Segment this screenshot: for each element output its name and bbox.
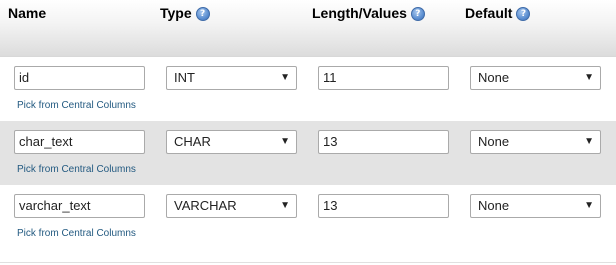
- column-type-select[interactable]: INT ▼: [166, 66, 297, 90]
- column-row: id INT ▼ 11 None ▼ Pick from Central Col…: [0, 57, 616, 121]
- column-default-value: None: [478, 198, 510, 213]
- column-default-value: None: [478, 70, 510, 85]
- column-length-input[interactable]: 13: [318, 130, 449, 154]
- column-name-input[interactable]: id: [14, 66, 145, 90]
- chevron-down-icon: ▼: [584, 72, 594, 83]
- column-default-value: None: [478, 134, 510, 149]
- header-default: Default ?: [465, 5, 531, 21]
- column-row: varchar_text VARCHAR ▼ 13 None ▼ Pick fr…: [0, 185, 616, 249]
- table-bottom-divider: [0, 262, 616, 263]
- header-type-label: Type: [160, 5, 192, 21]
- columns-header: Name Type ? Length/Values ? Default ?: [0, 0, 616, 57]
- help-icon[interactable]: ?: [516, 7, 531, 21]
- column-default-select[interactable]: None ▼: [470, 194, 601, 218]
- help-icon[interactable]: ?: [195, 7, 210, 21]
- column-length-input[interactable]: 13: [318, 194, 449, 218]
- header-type: Type ?: [160, 5, 210, 21]
- column-type-value: INT: [174, 70, 195, 85]
- column-type-select[interactable]: VARCHAR ▼: [166, 194, 297, 218]
- header-length-label: Length/Values: [312, 5, 407, 21]
- column-default-select[interactable]: None ▼: [470, 66, 601, 90]
- header-default-label: Default: [465, 5, 513, 21]
- chevron-down-icon: ▼: [280, 200, 290, 211]
- column-name-input[interactable]: char_text: [14, 130, 145, 154]
- column-type-select[interactable]: CHAR ▼: [166, 130, 297, 154]
- column-length-input[interactable]: 11: [318, 66, 449, 90]
- chevron-down-icon: ▼: [584, 136, 594, 147]
- column-default-select[interactable]: None ▼: [470, 130, 601, 154]
- header-name-label: Name: [8, 5, 47, 21]
- help-icon[interactable]: ?: [410, 7, 425, 21]
- central-columns-link[interactable]: Pick from Central Columns: [17, 228, 136, 239]
- column-row: char_text CHAR ▼ 13 None ▼ Pick from Cen…: [0, 121, 616, 185]
- chevron-down-icon: ▼: [280, 136, 290, 147]
- chevron-down-icon: ▼: [280, 72, 290, 83]
- header-length: Length/Values ?: [312, 5, 425, 21]
- column-type-value: VARCHAR: [174, 198, 237, 213]
- central-columns-link[interactable]: Pick from Central Columns: [17, 164, 136, 175]
- column-type-value: CHAR: [174, 134, 211, 149]
- central-columns-link[interactable]: Pick from Central Columns: [17, 100, 136, 111]
- header-name: Name: [8, 5, 46, 21]
- column-name-input[interactable]: varchar_text: [14, 194, 145, 218]
- chevron-down-icon: ▼: [584, 200, 594, 211]
